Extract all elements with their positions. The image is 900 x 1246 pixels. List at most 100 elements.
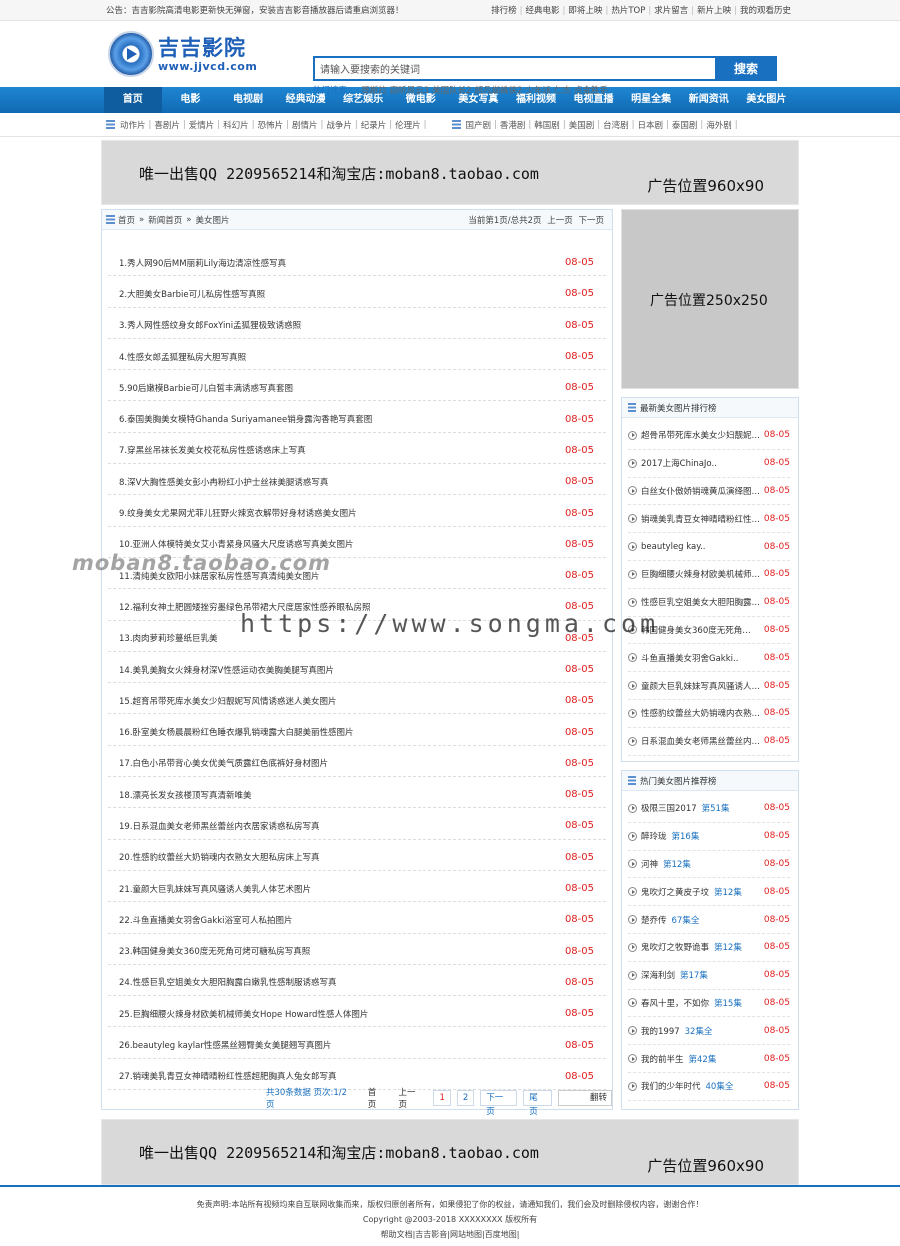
category-link[interactable]: 美国剧 bbox=[569, 119, 595, 131]
nav-item[interactable]: 电影 bbox=[162, 87, 220, 113]
list-item[interactable]: 25.巨胸细腰火辣身材欧美机械师美女Hope Howard性感人体图片 08-05 bbox=[108, 996, 606, 1028]
pager-page-1[interactable]: 1 bbox=[433, 1090, 451, 1106]
pager-next[interactable]: 下一页 bbox=[480, 1090, 518, 1117]
article-title[interactable]: 21.童颜大巨乳妹妹写真风骚诱人美乳人体艺术图片 bbox=[119, 883, 311, 895]
list-item[interactable]: 鬼吹灯之黄皮子坟 第12集 08-05 bbox=[628, 878, 790, 907]
list-item[interactable]: 2.大胆美女Barbie可儿私房性感写真照 08-05 bbox=[108, 276, 606, 308]
list-item[interactable]: 巨胸细腰火辣身材欧美机械师… 08-05 bbox=[628, 561, 790, 589]
list-item[interactable]: 1.秀人网90后MM丽莉Lily海边清凉性感写真 08-05 bbox=[108, 245, 606, 277]
category-link[interactable]: 台湾剧 bbox=[603, 119, 629, 131]
nav-item[interactable]: 明星全集 bbox=[622, 87, 680, 113]
list-item[interactable]: 7.穿黑丝吊袜长发美女校花私房性感诱惑床上写真 08-05 bbox=[108, 433, 606, 465]
episode-label[interactable]: 第12集 bbox=[714, 886, 742, 898]
article-title[interactable]: 24.性感巨乳空姐美女大胆阳胸露白嫩乳性感制服诱惑写真 bbox=[119, 976, 337, 988]
item-title[interactable]: 极限三国2017 bbox=[641, 802, 697, 814]
list-item[interactable]: 8.深V大胸性感美女彭小冉粉红小护士丝袜美腿诱惑写真 08-05 bbox=[108, 464, 606, 496]
top-link[interactable]: 经典电影 bbox=[526, 6, 560, 16]
crumb-home[interactable]: 首页 bbox=[118, 214, 135, 226]
article-title[interactable]: 7.穿黑丝吊袜长发美女校花私房性感诱惑床上写真 bbox=[119, 444, 306, 456]
top-link[interactable]: 新片上映 bbox=[697, 6, 731, 16]
category-link[interactable]: 香港剧 bbox=[500, 119, 526, 131]
item-title[interactable]: 童颜大巨乳妹妹写真风骚诱人… bbox=[641, 680, 760, 692]
ad-banner-bottom[interactable]: 唯一出售QQ 2209565214和淘宝店:moban8.taobao.com … bbox=[101, 1119, 799, 1185]
top-link[interactable]: 热片TOP bbox=[611, 6, 645, 16]
hot-search-link[interactable]: 哥斯拉 bbox=[361, 86, 387, 96]
article-title[interactable]: 26.beautyleg kaylar性感黑丝翘臀美女美腿翘写真图片 bbox=[119, 1039, 331, 1051]
category-link[interactable]: 战争片 bbox=[326, 119, 352, 131]
list-item[interactable]: 14.美乳美胸女火辣身材深V性感运动衣美胸美腿写真图片 08-05 bbox=[108, 652, 606, 684]
item-title[interactable]: 我的1997 bbox=[641, 1025, 680, 1037]
list-item[interactable]: 销魂美乳青豆女神晴晴粉红性… 08-05 bbox=[628, 505, 790, 534]
list-item[interactable]: 鬼吹灯之牧野诡事 第12集 08-05 bbox=[628, 934, 790, 962]
category-link[interactable]: 爱情片 bbox=[189, 119, 215, 131]
nav-item[interactable]: 首页 bbox=[104, 87, 162, 113]
list-item[interactable]: 斗鱼直播美女羽舍Gakki.. 08-05 bbox=[628, 644, 790, 673]
list-item[interactable]: 16.卧室美女杨晨晨粉红色睡衣爆乳销魂露大白腿美丽性感图片 08-05 bbox=[108, 714, 606, 746]
top-link[interactable]: 排行榜 bbox=[491, 6, 517, 16]
crumb-category[interactable]: 美女图片 bbox=[195, 214, 229, 226]
article-title[interactable]: 9.纹身美女尤果网尤菲儿狂野火辣宽衣解带好身材诱惑美女图片 bbox=[119, 507, 357, 519]
item-title[interactable]: 白丝女仆傲娇销魂黄瓜演绎图… bbox=[641, 485, 760, 497]
item-title[interactable]: 2017上海ChinaJo.. bbox=[641, 457, 717, 469]
pager-prev[interactable]: 上一页 bbox=[398, 1086, 423, 1110]
category-link[interactable]: 韩国剧 bbox=[534, 119, 560, 131]
footer-links[interactable]: 帮助文档|吉吉影音|网站地图|百度地图| bbox=[0, 1227, 900, 1242]
article-title[interactable]: 16.卧室美女杨晨晨粉红色睡衣爆乳销魂露大白腿美丽性感图片 bbox=[119, 726, 354, 738]
list-item[interactable]: 3.秀人网性感纹身女郎FoxYini孟狐狸极致诱惑照 08-05 bbox=[108, 308, 606, 339]
article-title[interactable]: 22.斗鱼直播美女羽舍Gakki浴室可人私拍图片 bbox=[119, 914, 293, 926]
site-logo[interactable]: 吉吉影院 www.jjvcd.com bbox=[108, 29, 258, 79]
category-link[interactable]: 剧情片 bbox=[292, 119, 318, 131]
list-item[interactable]: 17.白色小吊带背心美女优美气质露红色底裤好身材图片 08-05 bbox=[108, 746, 606, 778]
article-title[interactable]: 3.秀人网性感纹身女郎FoxYini孟狐狸极致诱惑照 bbox=[119, 319, 301, 331]
category-link[interactable]: 纪录片 bbox=[361, 119, 387, 131]
top-link[interactable]: 即将上映 bbox=[568, 6, 602, 16]
item-title[interactable]: 鬼吹灯之牧野诡事 bbox=[641, 941, 709, 953]
item-title[interactable]: 河神 bbox=[641, 858, 658, 870]
category-link[interactable]: 伦理片 bbox=[395, 119, 421, 131]
item-title[interactable]: 巨胸细腰火辣身材欧美机械师… bbox=[641, 568, 760, 580]
item-title[interactable]: 我的前半生 bbox=[641, 1053, 684, 1065]
episode-label[interactable]: 第12集 bbox=[714, 941, 742, 953]
list-item[interactable]: 9.纹身美女尤果网尤菲儿狂野火辣宽衣解带好身材诱惑美女图片 08-05 bbox=[108, 495, 606, 527]
article-title[interactable]: 1.秀人网90后MM丽莉Lily海边清凉性感写真 bbox=[119, 257, 286, 269]
category-link[interactable]: 日本剧 bbox=[637, 119, 663, 131]
category-link[interactable]: 科幻片 bbox=[223, 119, 249, 131]
list-item[interactable]: 6.泰国美胸美女模特Ghanda Suriyamanee销身露沟香艳写真套图 08… bbox=[108, 401, 606, 433]
article-title[interactable]: 19.日系混血美女老师黑丝蕾丝内衣居家诱惑私房写真 bbox=[119, 820, 320, 832]
list-item[interactable]: 超骨吊带死库水美女少妇靓妮… 08-05 bbox=[628, 422, 790, 450]
item-title[interactable]: 我们的少年时代 bbox=[641, 1080, 701, 1092]
article-title[interactable]: 23.韩国健身美女360度无死角可烤可糖私房写真照 bbox=[119, 945, 310, 957]
list-item[interactable]: 19.日系混血美女老师黑丝蕾丝内衣居家诱惑私房写真 08-05 bbox=[108, 808, 606, 840]
search-input[interactable] bbox=[313, 56, 715, 81]
list-item[interactable]: 20.性感豹纹蕾丝大奶销魂内衣熟女大胆私房床上写真 08-05 bbox=[108, 840, 606, 871]
list-item[interactable]: 极限三国2017 第51集 08-05 bbox=[628, 795, 790, 823]
item-title[interactable]: 日系混血美女老师黑丝蕾丝内… bbox=[641, 735, 760, 747]
item-title[interactable]: 销魂美乳青豆女神晴晴粉红性… bbox=[641, 513, 760, 525]
article-title[interactable]: 25.巨胸细腰火辣身材欧美机械师美女Hope Howard性感人体图片 bbox=[119, 1008, 368, 1020]
category-link[interactable]: 海外剧 bbox=[706, 119, 732, 131]
article-title[interactable]: 14.美乳美胸女火辣身材深V性感运动衣美胸美腿写真图片 bbox=[119, 664, 334, 676]
search-button[interactable]: 搜索 bbox=[715, 56, 777, 81]
list-item[interactable]: 5.90后嫩模Barbie可儿白皙丰满诱惑写真套图 08-05 bbox=[108, 370, 606, 402]
list-item[interactable]: 楚乔传 67集全 08-05 bbox=[628, 906, 790, 934]
item-title[interactable]: 性感豹纹蕾丝大奶销魂内衣熟… bbox=[641, 707, 760, 719]
item-title[interactable]: 深海利剑 bbox=[641, 969, 675, 981]
nav-item[interactable]: 电视剧 bbox=[219, 87, 277, 113]
hot-search-link[interactable]: 超凡蜘蛛侠2 bbox=[475, 86, 523, 96]
hot-search-link[interactable]: 窃听风云3 bbox=[390, 86, 429, 96]
article-title[interactable]: 27.销魂美乳青豆女神晴晴粉红性感超肥胸真人兔女郎写真 bbox=[119, 1070, 337, 1082]
category-link[interactable]: 恐怖片 bbox=[258, 119, 284, 131]
list-item[interactable]: 22.斗鱼直播美女羽舍Gakki浴室可人私拍图片 08-05 bbox=[108, 902, 606, 934]
pager-last[interactable]: 尾页 bbox=[523, 1090, 552, 1117]
list-item[interactable]: 白丝女仆傲娇销魂黄瓜演绎图… 08-05 bbox=[628, 478, 790, 506]
list-item[interactable]: 2017上海ChinaJo.. 08-05 bbox=[628, 450, 790, 478]
list-item[interactable]: 21.童颜大巨乳妹妹写真风骚诱人美乳人体艺术图片 08-05 bbox=[108, 871, 606, 903]
crumb-prev[interactable]: 上一页 bbox=[547, 216, 573, 226]
article-title[interactable]: 4.性感女郎孟狐狸私房大胆写真照 bbox=[119, 351, 246, 363]
category-link[interactable]: 泰国剧 bbox=[672, 119, 698, 131]
article-title[interactable]: 8.深V大胸性感美女彭小冉粉红小护士丝袜美腿诱惑写真 bbox=[119, 476, 328, 488]
item-title[interactable]: 性感巨乳空姐美女大胆阳胸露… bbox=[641, 596, 760, 608]
ad-side[interactable]: 广告位置250x250 bbox=[621, 209, 799, 389]
category-link[interactable]: 国产剧 bbox=[466, 119, 492, 131]
list-item[interactable]: beautyleg kay.. 08-05 bbox=[628, 533, 790, 561]
